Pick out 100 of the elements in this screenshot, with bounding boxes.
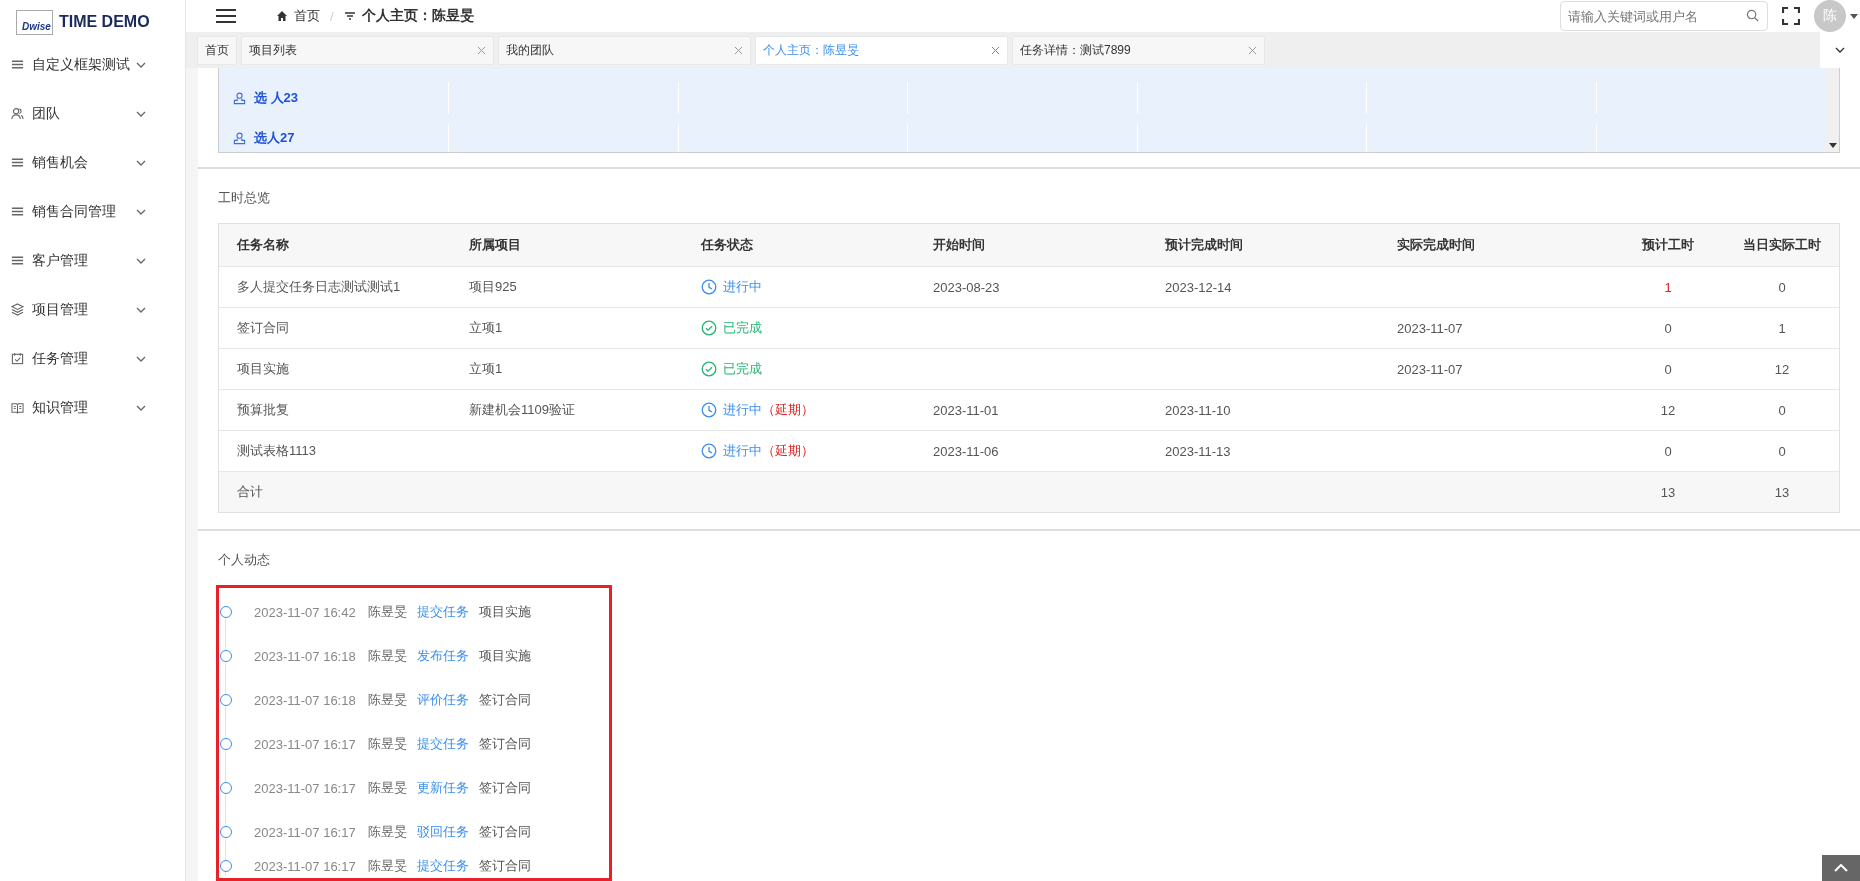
- chevron-icon: [136, 110, 146, 117]
- table-cell: 2023-11-01: [933, 402, 999, 418]
- table-cell: 0: [1778, 402, 1786, 418]
- menu-lines-icon: [11, 156, 24, 169]
- column-header: 预计工时: [1641, 236, 1695, 254]
- sidebar-item[interactable]: 销售合同管理: [0, 187, 185, 236]
- member-name[interactable]: 选 人23: [254, 89, 299, 107]
- timeline-dot-icon: [220, 860, 232, 872]
- chevron-icon: [136, 61, 146, 68]
- activity-user: 陈昱旻: [367, 603, 407, 621]
- tab[interactable]: 个人主页：陈昱旻: [755, 35, 1008, 65]
- status-text: 进行中: [723, 278, 762, 296]
- scroll-down-icon[interactable]: [1828, 143, 1837, 148]
- close-icon[interactable]: [991, 45, 1000, 55]
- clock-icon: [701, 402, 717, 418]
- search-icon[interactable]: [1746, 9, 1759, 22]
- status-text: 已完成: [723, 360, 762, 378]
- column-header: 开始时间: [932, 236, 986, 254]
- scrollbar[interactable]: [1826, 68, 1839, 152]
- activity-user: 陈昱旻: [367, 857, 407, 875]
- menu-icon[interactable]: [216, 9, 236, 23]
- table-cell: 项目925: [469, 278, 517, 296]
- activity-user: 陈昱旻: [367, 647, 407, 665]
- column-header: 任务状态: [699, 236, 754, 254]
- timeline-dot-icon: [220, 826, 232, 838]
- status-text: 已完成: [723, 319, 762, 337]
- layers-icon: [11, 303, 24, 316]
- logo-badge: Dwise: [16, 9, 53, 35]
- table-cell: 2023-11-07: [1397, 361, 1463, 377]
- table-cell: 0: [1664, 361, 1672, 377]
- activity-user: 陈昱旻: [367, 691, 407, 709]
- tab[interactable]: 我的团队: [498, 35, 751, 65]
- sidebar-item[interactable]: 销售机会: [0, 138, 185, 187]
- menu-lines-icon: [11, 205, 24, 218]
- chevron-icon: [136, 159, 146, 166]
- activity-target: 项目实施: [478, 603, 531, 621]
- back-to-top-button[interactable]: [1822, 855, 1860, 881]
- clock-icon: [701, 279, 717, 295]
- check-circle-icon: [701, 361, 717, 377]
- table-cell: 项目实施: [237, 360, 289, 378]
- table-cell: 多人提交任务日志测试测试1: [237, 278, 401, 296]
- activity-target: 签订合同: [478, 857, 531, 875]
- clock-icon: [701, 443, 717, 459]
- section-title: 工时总览: [218, 189, 271, 207]
- timeline-dot-icon: [220, 782, 232, 794]
- column-header: 预计完成时间: [1164, 236, 1244, 254]
- activity-time: 2023-11-07 16:17: [254, 858, 356, 874]
- close-icon[interactable]: [477, 45, 486, 55]
- activity-user: 陈昱旻: [367, 823, 407, 841]
- search-field[interactable]: 请输入关键词或用户名: [1560, 1, 1768, 31]
- user-icon: [233, 131, 246, 145]
- total-label: 合计: [237, 483, 263, 501]
- sidebar-item[interactable]: 团队: [0, 89, 185, 138]
- chevron-icon: [136, 257, 146, 264]
- people-icon: [11, 107, 24, 120]
- fullscreen-icon[interactable]: [1782, 7, 1800, 25]
- close-icon[interactable]: [734, 45, 743, 55]
- chevron-icon: [136, 306, 146, 313]
- chevron-up-icon: [1834, 864, 1848, 872]
- filter-icon: [343, 10, 356, 22]
- tab[interactable]: 任务详情：测试7899: [1012, 35, 1265, 65]
- sidebar-item[interactable]: 自定义框架测试: [0, 40, 185, 89]
- table-cell: 13: [1774, 484, 1790, 500]
- sidebar-item[interactable]: 任务管理: [0, 334, 185, 383]
- breadcrumb-separator: /: [330, 8, 334, 24]
- activity-time: 2023-11-07 16:17: [254, 780, 356, 796]
- member-name[interactable]: 选人27: [254, 129, 295, 147]
- activity-time: 2023-11-07 16:18: [254, 648, 356, 664]
- table-cell: 签订合同: [237, 319, 289, 337]
- breadcrumb-item[interactable]: 首页: [294, 7, 320, 25]
- caret-icon[interactable]: [1850, 13, 1858, 19]
- table-cell: 2023-12-14: [1165, 279, 1232, 295]
- menu-lines-icon: [11, 254, 24, 267]
- table-cell: 12: [1660, 402, 1676, 418]
- chevron-icon: [136, 404, 146, 411]
- table-cell: 2023-11-07: [1397, 320, 1463, 336]
- table-cell: 0: [1664, 443, 1672, 459]
- sidebar-item[interactable]: 客户管理: [0, 236, 185, 285]
- sidebar-item[interactable]: 知识管理: [0, 383, 185, 432]
- status-text: 进行中（延期）: [723, 442, 814, 460]
- table-cell: 13: [1660, 484, 1676, 500]
- tab[interactable]: 项目列表: [241, 35, 494, 65]
- activity-time: 2023-11-07 16:17: [254, 824, 356, 840]
- activity-user: 陈昱旻: [367, 779, 407, 797]
- user-icon: [233, 91, 246, 105]
- table-cell: 0: [1664, 320, 1672, 336]
- close-icon[interactable]: [1248, 45, 1257, 55]
- table-cell: 立项1: [469, 319, 503, 337]
- column-header: 所属项目: [468, 236, 522, 254]
- timeline-dot-icon: [220, 738, 232, 750]
- column-header: 任务名称: [235, 236, 290, 254]
- activity-target: 签订合同: [478, 823, 531, 841]
- table-cell: 新建机会1109验证: [469, 401, 575, 419]
- check-circle-icon: [701, 320, 717, 336]
- activity-user: 陈昱旻: [367, 735, 407, 753]
- chevron-icon: [136, 208, 146, 215]
- tab[interactable]: 首页: [197, 35, 237, 65]
- status-text: 进行中（延期）: [723, 401, 814, 419]
- table-cell: 2023-11-13: [1165, 443, 1231, 459]
- sidebar-item[interactable]: 项目管理: [0, 285, 185, 334]
